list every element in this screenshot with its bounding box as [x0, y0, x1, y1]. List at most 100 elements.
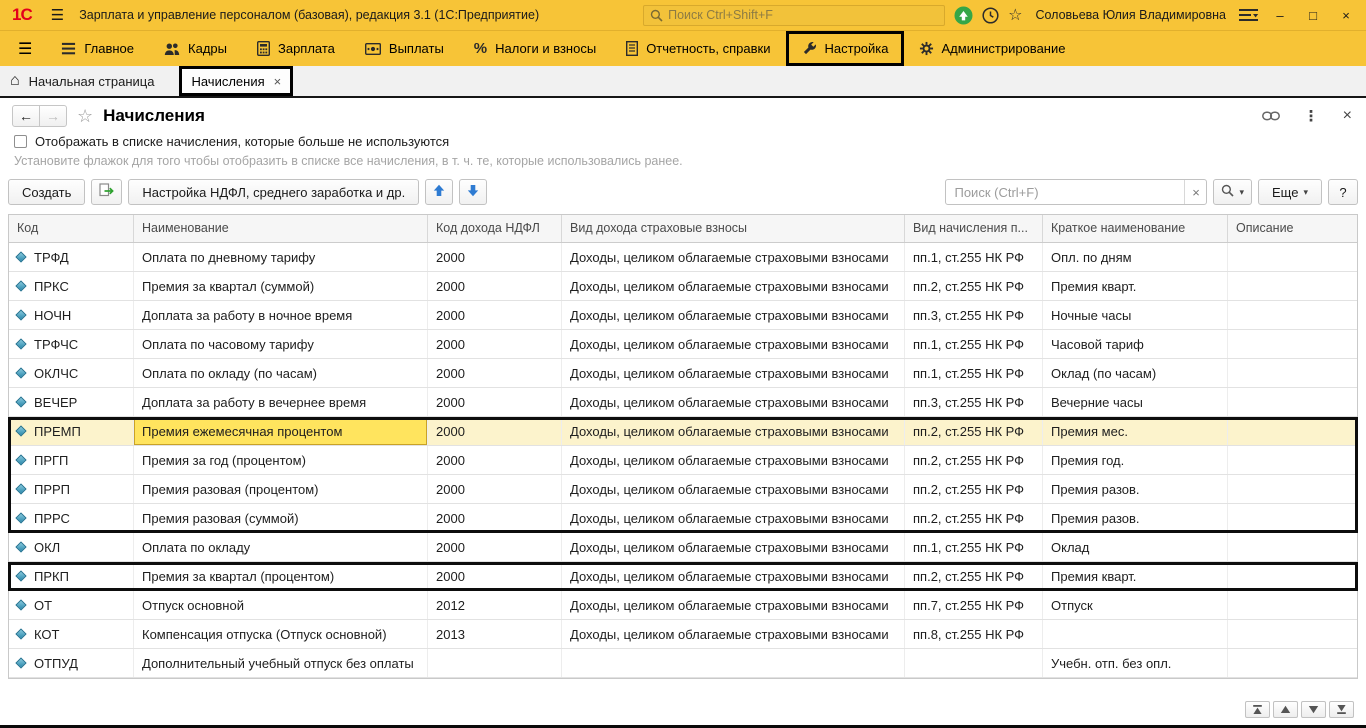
search-options-button[interactable]: ▾: [1213, 179, 1252, 205]
cell-insurance: Доходы, целиком облагаемые страховыми вз…: [562, 591, 905, 619]
sections-menu-icon[interactable]: ☰: [4, 39, 46, 59]
column-header-6[interactable]: Описание: [1228, 215, 1357, 242]
column-header-5[interactable]: Краткое наименование: [1043, 215, 1228, 242]
cell-kind: пп.2, ст.255 НК РФ: [905, 272, 1043, 300]
view-settings-icon[interactable]: [1239, 8, 1259, 23]
cell-short: Опл. по дням: [1043, 243, 1228, 271]
cell-short: Оклад (по часам): [1043, 359, 1228, 387]
cell-descr: [1228, 330, 1357, 358]
cell-kind: пп.1, ст.255 НК РФ: [905, 243, 1043, 271]
table-body: ТРФДОплата по дневному тарифу2000Доходы,…: [9, 243, 1357, 678]
tab-nachisleniya[interactable]: Начисления ×: [179, 66, 293, 96]
list-search-input[interactable]: [946, 185, 1184, 200]
cell-code: НОЧН: [9, 301, 134, 329]
code-text: ТРФД: [34, 250, 69, 265]
table-row-ТРФЧС[interactable]: ТРФЧСОплата по часовому тарифу2000Доходы…: [9, 330, 1357, 359]
form-close-icon[interactable]: ×: [1343, 107, 1352, 125]
code-text: ТРФЧС: [34, 337, 78, 352]
main-menu-icon[interactable]: ☰: [45, 6, 70, 24]
tab-close-icon[interactable]: ×: [274, 74, 282, 89]
table-row-ОКЛ[interactable]: ОКЛОплата по окладу2000Доходы, целиком о…: [9, 533, 1357, 562]
more-button[interactable]: Еще ▾: [1258, 179, 1322, 205]
favorite-star-icon[interactable]: ☆: [77, 106, 93, 127]
forward-button[interactable]: →: [39, 105, 67, 127]
maximize-button[interactable]: □: [1301, 8, 1325, 23]
help-button[interactable]: ?: [1328, 179, 1358, 205]
table-row-НОЧН[interactable]: НОЧНДоплата за работу в ночное время2000…: [9, 301, 1357, 330]
list-toolbar: Создать Настройка НДФЛ, среднего заработ…: [0, 174, 1366, 214]
cell-short: Ночные часы: [1043, 301, 1228, 329]
copy-button[interactable]: [91, 179, 122, 205]
user-name[interactable]: Соловьева Юлия Владимировна: [1035, 8, 1226, 22]
column-header-1[interactable]: Наименование: [134, 215, 428, 242]
table-row-ПРЕМП[interactable]: ПРЕМППремия ежемесячная процентом2000Дох…: [9, 417, 1357, 446]
create-button[interactable]: Создать: [8, 179, 85, 205]
clear-search-icon[interactable]: ×: [1184, 180, 1206, 204]
cell-code: ПРГП: [9, 446, 134, 474]
cell-descr: [1228, 359, 1357, 387]
menu-item-nastroyka[interactable]: Настройка: [786, 31, 904, 66]
show-unused-label[interactable]: Отображать в списке начисления, которые …: [35, 134, 449, 149]
code-text: ПРКС: [34, 279, 69, 294]
menu-item-administrirovanie[interactable]: Администрирование: [904, 31, 1081, 66]
cell-insurance: Доходы, целиком облагаемые страховыми вз…: [562, 388, 905, 416]
menu-item-label: Кадры: [188, 41, 227, 56]
scroll-top-button[interactable]: [1245, 701, 1270, 718]
table-row-ОКЛЧС[interactable]: ОКЛЧСОплата по окладу (по часам)2000Дохо…: [9, 359, 1357, 388]
cell-insurance: Доходы, целиком облагаемые страховыми вз…: [562, 301, 905, 329]
hint-text: Установите флажок для того чтобы отобраз…: [0, 151, 1366, 174]
show-unused-checkbox[interactable]: [14, 135, 27, 148]
more-commands-icon[interactable]: ⋮: [1304, 107, 1319, 125]
scroll-bottom-button[interactable]: [1329, 701, 1354, 718]
table-row-ОТПУД[interactable]: ОТПУДДополнительный учебный отпуск без о…: [9, 649, 1357, 678]
menu-item-label: Настройка: [825, 41, 889, 56]
ndfl-settings-button[interactable]: Настройка НДФЛ, среднего заработка и др.: [128, 179, 419, 205]
table-row-ПРКС[interactable]: ПРКСПремия за квартал (суммой)2000Доходы…: [9, 272, 1357, 301]
move-up-button[interactable]: [425, 179, 453, 205]
scroll-up-button[interactable]: [1273, 701, 1298, 718]
menu-item-nalogi-i-vznosy[interactable]: %Налоги и взносы: [459, 31, 611, 66]
cell-short: [1043, 620, 1228, 648]
cell-descr: [1228, 301, 1357, 329]
table-row-ТРФД[interactable]: ТРФДОплата по дневному тарифу2000Доходы,…: [9, 243, 1357, 272]
cell-name: Оплата по дневному тарифу: [134, 243, 428, 271]
column-header-3[interactable]: Вид дохода страховые взносы: [562, 215, 905, 242]
catalog-item-icon: [15, 541, 26, 552]
close-button[interactable]: ×: [1334, 8, 1358, 23]
menu-item-kadry[interactable]: Кадры: [149, 31, 242, 66]
home-icon[interactable]: ⌂: [10, 72, 20, 90]
column-header-2[interactable]: Код дохода НДФЛ: [428, 215, 562, 242]
cell-kind: пп.1, ст.255 НК РФ: [905, 533, 1043, 561]
global-search-input[interactable]: [668, 8, 938, 22]
table-row-ПРГП[interactable]: ПРГППремия за год (процентом)2000Доходы,…: [9, 446, 1357, 475]
favorites-icon[interactable]: ☆: [1008, 5, 1022, 25]
column-header-4[interactable]: Вид начисления п...: [905, 215, 1043, 242]
cell-name: Доплата за работу в ночное время: [134, 301, 428, 329]
table-row-ВЕЧЕР[interactable]: ВЕЧЕРДоплата за работу в вечернее время2…: [9, 388, 1357, 417]
menu-item-zarplata[interactable]: Зарплата: [242, 31, 350, 66]
table-row-ПРКП[interactable]: ПРКППремия за квартал (процентом)2000Дох…: [9, 562, 1357, 591]
link-icon[interactable]: [1262, 111, 1280, 121]
move-down-button[interactable]: [459, 179, 487, 205]
table-row-ОТ[interactable]: ОТОтпуск основной2012Доходы, целиком обл…: [9, 591, 1357, 620]
list-search: ×: [945, 179, 1207, 205]
minimize-button[interactable]: –: [1268, 8, 1292, 23]
scroll-down-button[interactable]: [1301, 701, 1326, 718]
table-row-КОТ[interactable]: КОТКомпенсация отпуска (Отпуск основной)…: [9, 620, 1357, 649]
column-header-0[interactable]: Код: [9, 215, 134, 242]
cell-ndfl: 2000: [428, 330, 562, 358]
menu-item-glavnoe[interactable]: Главное: [46, 31, 149, 66]
table-header: КодНаименованиеКод дохода НДФЛВид дохода…: [9, 215, 1357, 243]
history-icon[interactable]: [982, 7, 999, 24]
global-search: [643, 5, 945, 26]
table-row-ПРРП[interactable]: ПРРППремия разовая (процентом)2000Доходы…: [9, 475, 1357, 504]
cell-name: Дополнительный учебный отпуск без оплаты: [134, 649, 428, 677]
table-row-ПРРС[interactable]: ПРРСПремия разовая (суммой)2000Доходы, ц…: [9, 504, 1357, 533]
home-page-link[interactable]: Начальная страница: [29, 74, 155, 89]
back-button[interactable]: ←: [12, 105, 40, 127]
menu-item-otchetnost-spravki[interactable]: Отчетность, справки: [611, 31, 785, 66]
discussions-icon[interactable]: [954, 6, 973, 25]
menu-item-vyplaty[interactable]: Выплаты: [350, 31, 459, 66]
code-text: ОКЛ: [34, 540, 60, 555]
cell-name: Оплата по окладу (по часам): [134, 359, 428, 387]
